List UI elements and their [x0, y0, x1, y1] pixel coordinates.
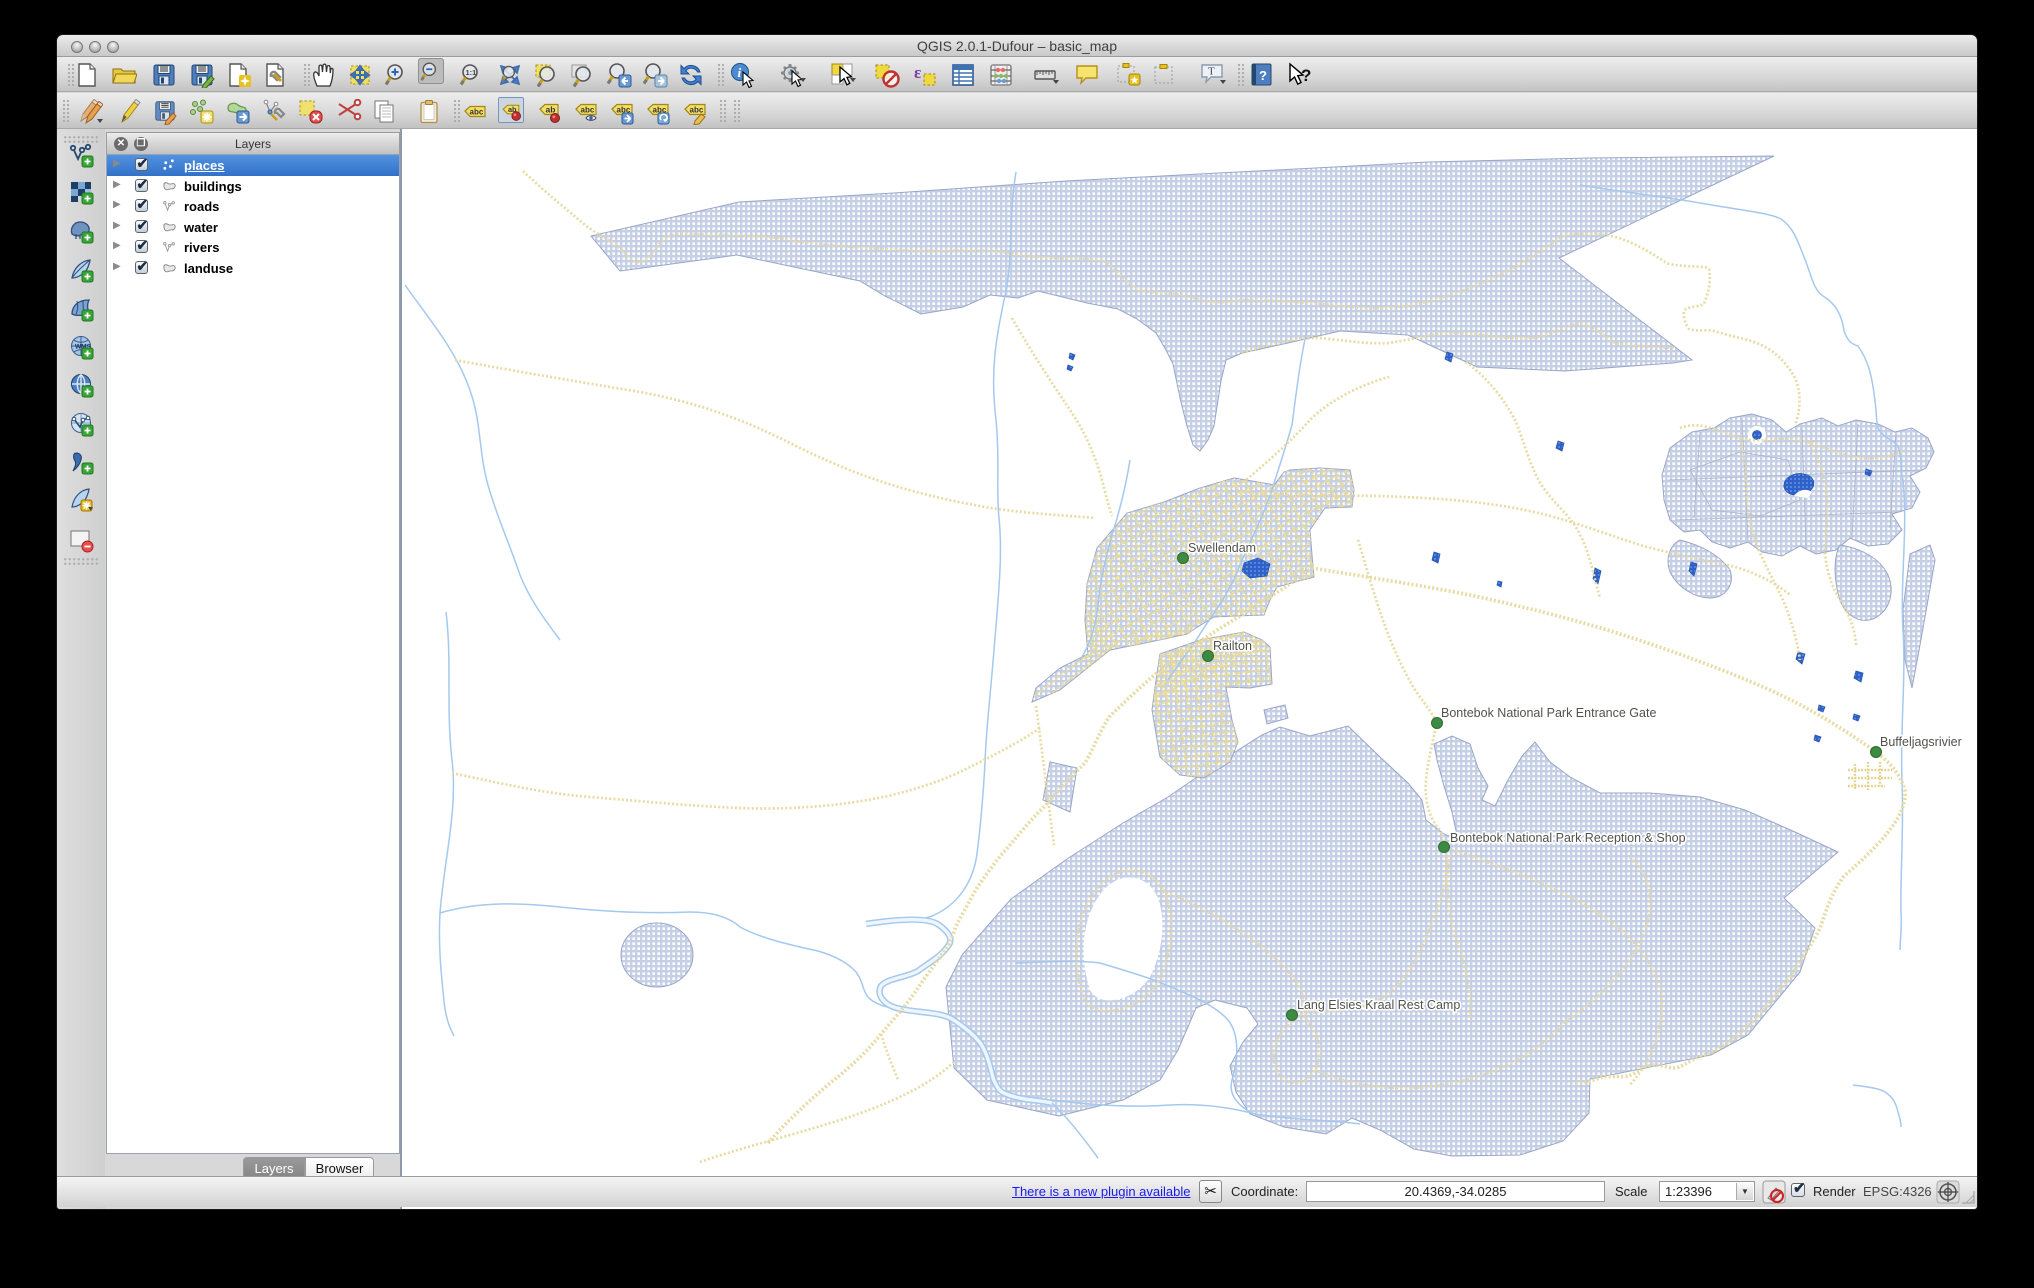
svg-text:Railton: Railton: [1213, 639, 1252, 653]
svg-text:ε: ε: [914, 63, 921, 82]
svg-text:?: ?: [1301, 66, 1311, 85]
svg-text:i: i: [738, 65, 742, 80]
svg-text:Bontebok National Park Entranc: Bontebok National Park Entrance Gate: [1441, 706, 1656, 720]
svg-text:1:1: 1:1: [466, 68, 477, 77]
svg-text:T: T: [1208, 66, 1215, 78]
svg-text:Buffeljagsrivier: Buffeljagsrivier: [1880, 735, 1962, 749]
svg-text:?: ?: [1259, 68, 1267, 83]
svg-text:Bontebok National Park Recepti: Bontebok National Park Reception & Shop: [1450, 831, 1686, 845]
svg-text:Swellendam: Swellendam: [1188, 541, 1256, 555]
svg-text:Lang Elsies Kraal Rest Camp: Lang Elsies Kraal Rest Camp: [1297, 998, 1460, 1012]
